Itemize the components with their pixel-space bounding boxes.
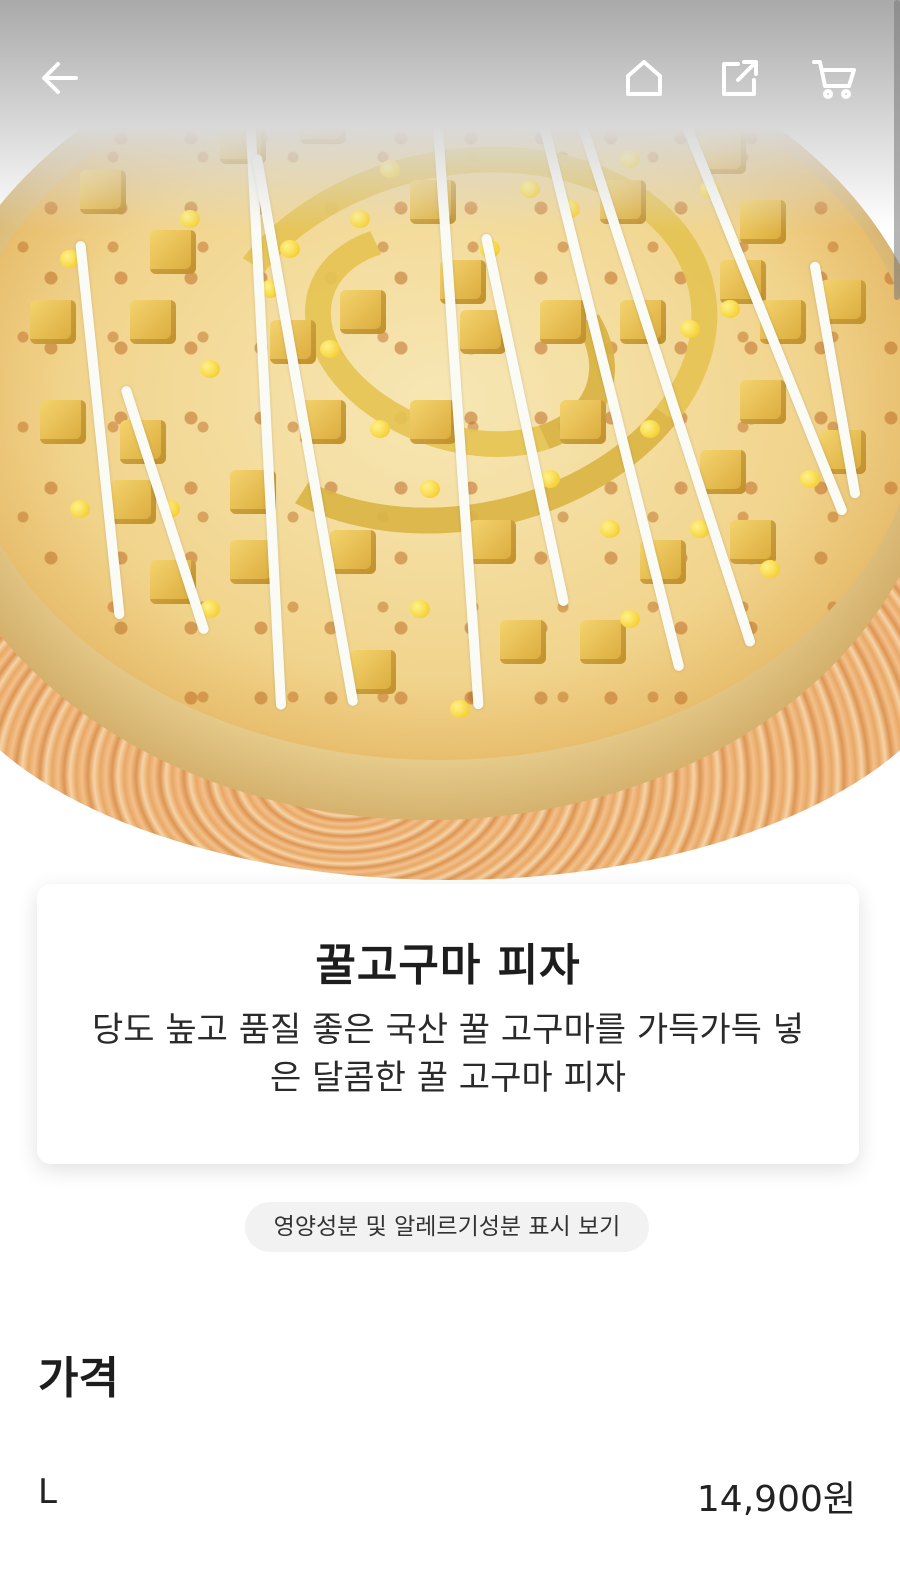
sweet-potato-cube xyxy=(730,520,776,564)
back-button[interactable] xyxy=(30,48,90,108)
corn-kernel xyxy=(620,610,640,628)
sweet-potato-cube xyxy=(740,380,786,424)
corn-kernel xyxy=(70,500,90,518)
product-image xyxy=(0,0,900,890)
corn-kernel xyxy=(370,420,390,438)
arrow-left-icon xyxy=(42,62,78,94)
corn-kernel xyxy=(800,470,820,488)
sweet-potato-cube xyxy=(330,530,376,574)
home-icon xyxy=(626,60,662,96)
size-option-price: 14,900원 xyxy=(696,1479,856,1520)
share-button[interactable] xyxy=(710,48,770,108)
sweet-potato-cube xyxy=(350,650,396,694)
corn-kernel xyxy=(640,420,660,438)
sweet-potato-cube xyxy=(580,620,626,664)
sweet-potato-cube xyxy=(470,520,516,564)
cart-button[interactable] xyxy=(804,48,864,108)
price-heading: 가격 xyxy=(38,1353,119,1404)
sweet-potato-cube xyxy=(130,300,176,344)
nutrition-allergy-button[interactable]: 영양성분 및 알레르기성분 표시 보기 xyxy=(245,1202,649,1252)
corn-kernel xyxy=(680,320,700,338)
sweet-potato-cube xyxy=(540,300,586,344)
corn-kernel xyxy=(760,560,780,578)
corn-kernel xyxy=(450,700,470,718)
corn-kernel xyxy=(600,520,620,538)
corn-kernel xyxy=(200,360,220,378)
sweet-potato-cube xyxy=(150,230,196,274)
product-description: 당도 높고 품질 좋은 국산 꿀 고구마를 가득가득 넣은 달콤한 꿀 고구마 … xyxy=(91,1010,805,1098)
corn-kernel xyxy=(720,300,740,318)
corn-kernel xyxy=(280,240,300,258)
corn-kernel xyxy=(320,340,340,358)
header-shade xyxy=(0,0,900,230)
size-option-label: L xyxy=(38,1472,57,1512)
sweet-potato-cube xyxy=(700,450,746,494)
sweet-potato-cube xyxy=(560,400,606,444)
sweet-potato-cube xyxy=(110,480,156,524)
sweet-potato-cube xyxy=(340,290,386,334)
corn-kernel xyxy=(420,480,440,498)
sweet-potato-cube xyxy=(30,300,76,344)
corn-kernel xyxy=(410,600,430,618)
share-icon xyxy=(722,60,758,96)
home-button[interactable] xyxy=(614,48,674,108)
product-info-card: 꿀고구마 피자 당도 높고 품질 좋은 국산 꿀 고구마를 가득가득 넣은 달콤… xyxy=(37,884,859,1164)
scrollbar[interactable] xyxy=(894,0,900,300)
sweet-potato-cube xyxy=(40,400,86,444)
sweet-potato-cube xyxy=(410,400,456,444)
product-title: 꿀고구마 피자 xyxy=(315,940,581,991)
cart-icon xyxy=(812,60,856,99)
sweet-potato-cube xyxy=(500,620,546,664)
